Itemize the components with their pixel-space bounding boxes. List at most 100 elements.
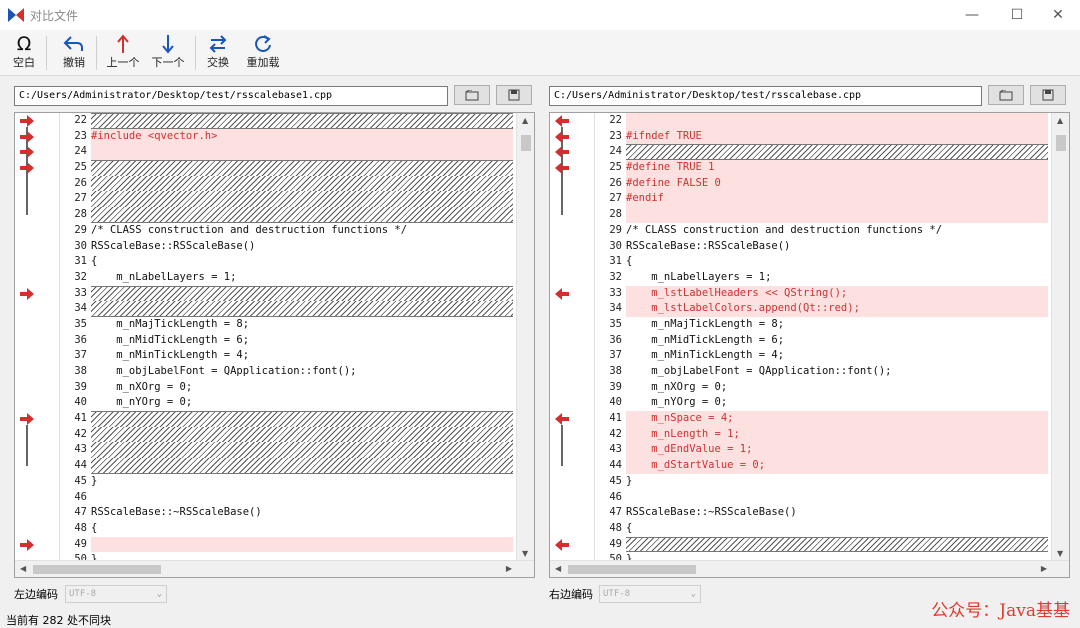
code-line[interactable]: 32 m_nLabelLayers = 1;	[61, 270, 513, 286]
code-line[interactable]: 40 m_nYOrg = 0;	[61, 395, 513, 411]
scroll-right-icon[interactable]: ▶	[506, 564, 512, 573]
code-line[interactable]: 36 m_nMidTickLength = 6;	[61, 333, 513, 349]
scroll-down-icon[interactable]: ▼	[1057, 549, 1063, 558]
left-encoding-select[interactable]: UTF-8 ⌄	[65, 585, 167, 603]
code-line[interactable]: 37 m_nMinTickLength = 4;	[61, 348, 513, 364]
code-line[interactable]: 42	[61, 426, 513, 443]
left-path-field[interactable]: C:/Users/Administrator/Desktop/test/rssc…	[14, 86, 448, 106]
code-line[interactable]: 34 m_lstLabelColors.append(Qt::red);	[596, 301, 1048, 317]
code-line[interactable]: 43	[61, 442, 513, 459]
scroll-thumb[interactable]	[33, 565, 161, 574]
arrow-left-icon[interactable]	[554, 537, 570, 553]
previous-diff-button[interactable]: 上一个	[104, 32, 142, 74]
undo-button[interactable]: 撤销	[58, 32, 90, 74]
next-diff-button[interactable]: 下一个	[149, 32, 187, 74]
code-line[interactable]: 35 m_nMajTickLength = 8;	[61, 317, 513, 333]
code-line[interactable]: 39 m_nXOrg = 0;	[596, 380, 1048, 396]
code-line[interactable]: 23 #ifndef TRUE	[596, 128, 1048, 145]
right-encoding-select[interactable]: UTF-8 ⌄	[599, 585, 701, 603]
arrow-left-icon[interactable]	[554, 286, 570, 302]
maximize-button[interactable]: ☐	[1003, 4, 1031, 26]
left-vertical-scrollbar[interactable]: ▲ ▼	[516, 113, 534, 561]
arrow-right-icon[interactable]	[19, 537, 35, 553]
right-code-lines[interactable]: 22 23 #ifndef TRUE 24 25 #define TRUE 1 26 #def…	[596, 113, 1048, 561]
code-line[interactable]: 43 m_dEndValue = 1;	[596, 442, 1048, 459]
blank-button[interactable]: Ω 空白	[8, 32, 40, 74]
left-browse-button[interactable]	[454, 85, 490, 105]
arrow-left-icon[interactable]	[554, 160, 570, 176]
left-horizontal-scrollbar[interactable]: ◀ ▶	[15, 560, 534, 577]
minimize-button[interactable]: —	[958, 4, 986, 26]
code-line[interactable]: 28	[596, 207, 1048, 223]
code-line[interactable]: 23 #include <qvector.h>	[61, 128, 513, 145]
code-line[interactable]: 37 m_nMinTickLength = 4;	[596, 348, 1048, 364]
scroll-thumb[interactable]	[1056, 135, 1066, 151]
code-line[interactable]: 30 RSScaleBase::RSScaleBase()	[61, 239, 513, 255]
code-line[interactable]: 27	[61, 191, 513, 208]
scroll-thumb[interactable]	[568, 565, 696, 574]
code-line[interactable]: 24	[61, 144, 513, 161]
code-line[interactable]: 48 {	[596, 521, 1048, 537]
scroll-right-icon[interactable]: ▶	[1041, 564, 1047, 573]
right-editor-pane[interactable]: 22 23 #ifndef TRUE 24 25 #define TRUE 1 26 #def…	[549, 112, 1070, 578]
arrow-right-icon[interactable]	[19, 144, 35, 160]
reload-button[interactable]: 重加载	[244, 32, 282, 74]
code-line[interactable]: 38 m_objLabelFont = QApplication::font()…	[61, 364, 513, 380]
code-line[interactable]: 25	[61, 160, 513, 176]
code-line[interactable]: 22	[596, 113, 1048, 129]
code-line[interactable]: 33 m_lstLabelHeaders << QString();	[596, 285, 1048, 302]
right-vertical-scrollbar[interactable]: ▲ ▼	[1051, 113, 1069, 561]
code-line[interactable]: 35 m_nMajTickLength = 8;	[596, 317, 1048, 333]
code-line[interactable]: 26	[61, 175, 513, 192]
code-line[interactable]: 45}	[61, 474, 513, 490]
code-line[interactable]: 46	[596, 490, 1048, 506]
code-line[interactable]: 47 RSScaleBase::~RSScaleBase()	[61, 505, 513, 521]
right-horizontal-scrollbar[interactable]: ◀ ▶	[550, 560, 1069, 577]
left-save-button[interactable]	[496, 85, 532, 105]
code-line[interactable]: 28	[61, 207, 513, 223]
code-line[interactable]: 44 m_dStartValue = 0;	[596, 458, 1048, 474]
code-line[interactable]: 49	[61, 536, 513, 553]
right-path-field[interactable]: C:/Users/Administrator/Desktop/test/rssc…	[549, 86, 982, 106]
code-line[interactable]: 31 {	[596, 254, 1048, 270]
close-button[interactable]: ✕	[1044, 4, 1072, 26]
code-line[interactable]: 27 #endif	[596, 191, 1048, 208]
code-line[interactable]: 41 m_nSpace = 4;	[596, 411, 1048, 427]
code-line[interactable]: 41	[61, 411, 513, 427]
code-line[interactable]: 47 RSScaleBase::~RSScaleBase()	[596, 505, 1048, 521]
scroll-up-icon[interactable]: ▲	[1057, 116, 1063, 125]
arrow-right-icon[interactable]	[19, 286, 35, 302]
scroll-thumb[interactable]	[521, 135, 531, 151]
code-line[interactable]: 25 #define TRUE 1	[596, 160, 1048, 176]
left-editor-pane[interactable]: 22 23 #include <qvector.h> 24 25 26 27 28 29 /* C…	[14, 112, 535, 578]
code-line[interactable]: 24	[596, 144, 1048, 161]
code-line[interactable]: 44	[61, 458, 513, 474]
arrow-right-icon[interactable]	[19, 129, 35, 145]
code-line[interactable]: 42 m_nLength = 1;	[596, 426, 1048, 443]
code-line[interactable]: 22	[61, 113, 513, 129]
arrow-left-icon[interactable]	[554, 129, 570, 145]
code-line[interactable]: 32 m_nLabelLayers = 1;	[596, 270, 1048, 286]
code-line[interactable]: 46	[61, 490, 513, 506]
arrow-left-icon[interactable]	[554, 144, 570, 160]
code-line[interactable]: 31 {	[61, 254, 513, 270]
code-line[interactable]: 33	[61, 285, 513, 302]
code-line[interactable]: 48 {	[61, 521, 513, 537]
code-line[interactable]: 36 m_nMidTickLength = 6;	[596, 333, 1048, 349]
code-line[interactable]: 45}	[596, 474, 1048, 490]
left-code-lines[interactable]: 22 23 #include <qvector.h> 24 25 26 27 28 29 /* C…	[61, 113, 513, 561]
scroll-down-icon[interactable]: ▼	[522, 549, 528, 558]
code-line[interactable]: 49	[596, 536, 1048, 553]
code-line[interactable]: 30 RSScaleBase::RSScaleBase()	[596, 239, 1048, 255]
arrow-right-icon[interactable]	[19, 160, 35, 176]
code-line[interactable]: 34	[61, 301, 513, 317]
code-line[interactable]: 38 m_objLabelFont = QApplication::font()…	[596, 364, 1048, 380]
scroll-left-icon[interactable]: ◀	[20, 564, 26, 573]
code-line[interactable]: 26 #define FALSE 0	[596, 175, 1048, 192]
code-line[interactable]: 29 /* CLASS construction and destruction …	[61, 223, 513, 239]
right-save-button[interactable]	[1030, 85, 1066, 105]
right-browse-button[interactable]	[988, 85, 1024, 105]
scroll-left-icon[interactable]: ◀	[555, 564, 561, 573]
code-line[interactable]: 40 m_nYOrg = 0;	[596, 395, 1048, 411]
code-line[interactable]: 29 /* CLASS construction and destruction …	[596, 223, 1048, 239]
